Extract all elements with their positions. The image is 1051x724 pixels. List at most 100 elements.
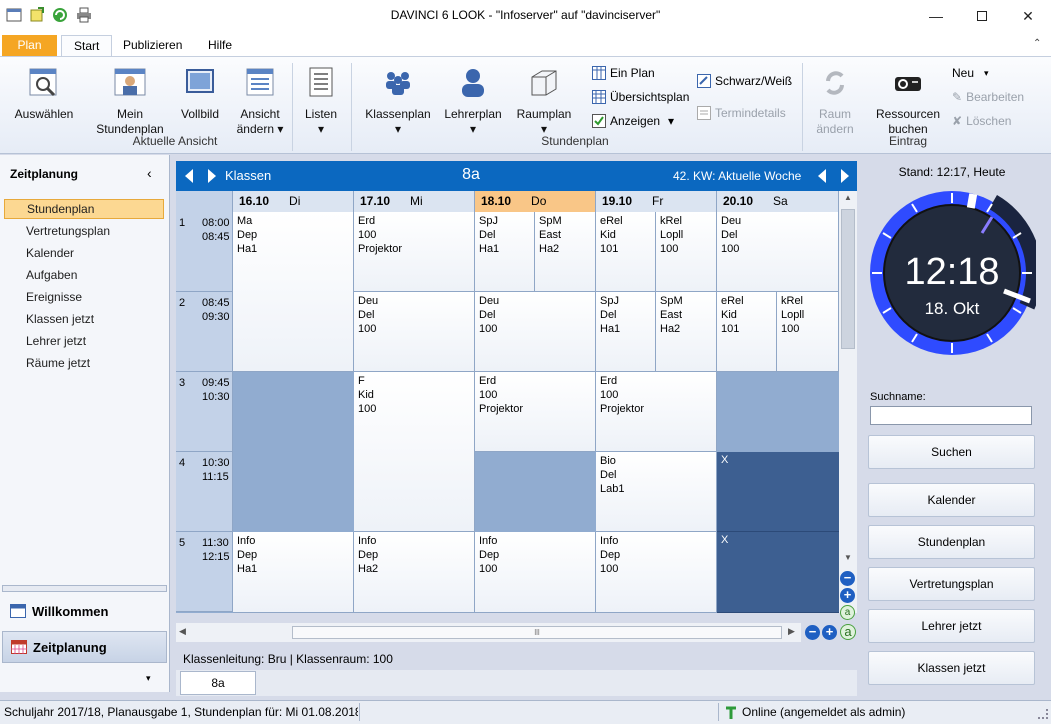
nav-item-raeume-jetzt[interactable]: Räume jetzt — [4, 353, 164, 373]
resize-grip-icon[interactable] — [1038, 709, 1048, 719]
lesson-cell[interactable]: Deu Del 100 — [475, 292, 596, 372]
suchen-button[interactable]: Suchen — [868, 435, 1035, 469]
raumplan-button[interactable]: Raumplan ▾ — [512, 67, 576, 137]
lesson-cell[interactable]: SpM East Ha2 — [535, 212, 596, 292]
mein-stundenplan-button[interactable]: Mein Stundenplan — [92, 67, 168, 137]
minimize-button[interactable]: — — [913, 0, 959, 32]
lesson-cell[interactable]: SpJ Del Ha1 — [475, 212, 535, 292]
klassenplan-button[interactable]: Klassenplan ▾ — [362, 67, 434, 137]
termindetails-button[interactable]: Termindetails — [697, 103, 786, 123]
scroll-down-icon[interactable]: ▼ — [841, 553, 855, 563]
blocked-cell[interactable]: X — [717, 532, 839, 613]
delete-icon: ✘ — [952, 114, 963, 128]
zoom-out-col-icon[interactable]: − — [805, 625, 820, 640]
vertical-scrollbar[interactable]: ▲ ▼ − + — [839, 191, 857, 613]
vertretungsplan-button[interactable]: Vertretungsplan — [868, 567, 1035, 601]
scroll-left-icon[interactable]: ◀ — [179, 626, 186, 637]
lesson-cell[interactable]: Info Dep Ha2 — [354, 532, 475, 613]
day-header-today[interactable]: 18.10 Do — [475, 191, 596, 212]
nav-splitter[interactable] — [2, 585, 167, 592]
lesson-cell[interactable]: kRel Lopll 100 — [777, 292, 839, 372]
neu-button[interactable]: Neu ▾ — [952, 63, 989, 83]
horizontal-scrollbar[interactable]: ◀ lll ▶ — [176, 623, 801, 642]
lesson-cell[interactable]: Deu Del 100 — [717, 212, 839, 292]
lesson-cell[interactable]: Erd 100 Projektor — [596, 372, 717, 452]
collapse-nav-icon[interactable]: ‹ — [147, 165, 152, 181]
scroll-right-icon[interactable]: ▶ — [788, 626, 795, 637]
tab-start[interactable]: Start — [61, 35, 113, 56]
lehrerplan-button[interactable]: Lehrerplan ▾ — [440, 67, 506, 137]
blocked-cell[interactable]: X — [717, 452, 839, 532]
timetable-grid: 16.10 Di 17.10 Mi 18.10 Do 19.10 Fr 20.10 Sa … — [176, 191, 839, 613]
ansicht-aendern-button[interactable]: Ansicht ändern ▾ — [232, 67, 288, 137]
next-week-arrow-icon[interactable] — [840, 169, 850, 183]
lesson-cell[interactable]: Info Dep Ha1 — [233, 532, 354, 613]
font-smaller-icon[interactable]: a — [840, 605, 855, 620]
zoom-out-row-icon[interactable]: − — [840, 571, 855, 586]
stundenplan-button[interactable]: Stundenplan — [868, 525, 1035, 559]
prev-class-arrow-icon[interactable] — [184, 169, 194, 183]
listen-button[interactable]: Listen ▾ — [297, 67, 345, 137]
nav-willkommen[interactable]: Willkommen — [2, 595, 167, 627]
klassen-jetzt-button[interactable]: Klassen jetzt — [868, 651, 1035, 685]
period-row-header: 1 08:00 08:45 — [176, 212, 233, 292]
raum-aendern-button[interactable]: Raum ändern — [808, 67, 862, 137]
search-label: Suchname: — [870, 391, 926, 403]
nav-item-vertretungsplan[interactable]: Vertretungsplan — [4, 221, 164, 241]
lesson-cell[interactable]: eRel Kid 101 — [596, 212, 656, 292]
lesson-cell[interactable]: SpJ Del Ha1 — [596, 292, 656, 372]
nav-options-chevron-icon[interactable]: ▾ — [146, 673, 151, 684]
nav-item-stundenplan[interactable]: Stundenplan — [4, 199, 164, 219]
tab-hilfe[interactable]: Hilfe — [196, 35, 244, 56]
tab-plan[interactable]: Plan — [2, 35, 57, 56]
lesson-cell[interactable]: Info Dep 100 — [475, 532, 596, 613]
uebersichtsplan-button[interactable]: Übersichtsplan — [592, 87, 689, 107]
lesson-cell[interactable]: eRel Kid 101 — [717, 292, 777, 372]
bearbeiten-button[interactable]: ✎ Bearbeiten — [952, 87, 1024, 107]
lesson-cell[interactable]: kRel Lopll 100 — [656, 212, 717, 292]
sheet-tab-8a[interactable]: 8a — [180, 671, 256, 695]
zoom-in-row-icon[interactable]: + — [840, 588, 855, 603]
lesson-cell[interactable]: Bio Del Lab1 — [596, 452, 717, 532]
ein-plan-button[interactable]: Ein Plan — [592, 63, 655, 83]
group-label-aktuelle-ansicht: Aktuelle Ansicht — [132, 134, 218, 148]
auswaehlen-button[interactable]: Auswählen — [8, 67, 80, 122]
lesson-cell[interactable]: Erd 100 Projektor — [354, 212, 475, 292]
loeschen-button[interactable]: ✘ Löschen — [952, 111, 1011, 131]
kalender-button[interactable]: Kalender — [868, 483, 1035, 517]
font-larger-icon[interactable]: a — [840, 624, 856, 640]
lesson-cell[interactable]: Info Dep 100 — [596, 532, 717, 613]
scroll-up-icon[interactable]: ▲ — [841, 193, 855, 203]
lesson-cell[interactable]: Ma Dep Ha1 — [233, 212, 354, 372]
day-header[interactable]: 20.10 Sa — [717, 191, 839, 212]
day-header[interactable]: 16.10 Di — [233, 191, 354, 212]
lesson-cell[interactable]: Erd 100 Projektor — [475, 372, 596, 452]
prev-week-arrow-icon[interactable] — [817, 169, 827, 183]
nav-zeitplanung[interactable]: Zeitplanung — [2, 631, 167, 663]
nav-item-aufgaben[interactable]: Aufgaben — [4, 265, 164, 285]
day-header[interactable]: 17.10 Mi — [354, 191, 475, 212]
nav-item-lehrer-jetzt[interactable]: Lehrer jetzt — [4, 331, 164, 351]
hscroll-thumb[interactable]: lll — [292, 626, 782, 639]
nav-item-kalender[interactable]: Kalender — [4, 243, 164, 263]
chevron-down-icon: ▾ — [317, 122, 325, 136]
next-class-arrow-icon[interactable] — [207, 169, 217, 183]
scrollbar-thumb[interactable] — [841, 209, 855, 349]
lesson-cell[interactable]: SpM East Ha2 — [656, 292, 717, 372]
schwarz-weiss-button[interactable]: Schwarz/Weiß — [697, 71, 792, 91]
tab-publizieren[interactable]: Publizieren — [111, 35, 194, 56]
lesson-cell[interactable]: Deu Del 100 — [354, 292, 475, 372]
search-input[interactable] — [870, 406, 1032, 425]
vollbild-button[interactable]: Vollbild — [172, 67, 228, 122]
lesson-cell[interactable]: F Kid 100 — [354, 372, 475, 532]
lehrer-jetzt-button[interactable]: Lehrer jetzt — [868, 609, 1035, 643]
nav-item-ereignisse[interactable]: Ereignisse — [4, 287, 164, 307]
anzeigen-button[interactable]: Anzeigen ▾ — [592, 111, 674, 131]
nav-item-klassen-jetzt[interactable]: Klassen jetzt — [4, 309, 164, 329]
zoom-in-col-icon[interactable]: + — [822, 625, 837, 640]
maximize-button[interactable] — [959, 0, 1005, 32]
collapse-ribbon-icon[interactable]: ⌃ — [1033, 38, 1041, 49]
close-button[interactable]: ✕ — [1005, 0, 1051, 32]
day-header[interactable]: 19.10 Fr — [596, 191, 717, 212]
ressourcen-buchen-button[interactable]: Ressourcen buchen — [874, 67, 942, 137]
